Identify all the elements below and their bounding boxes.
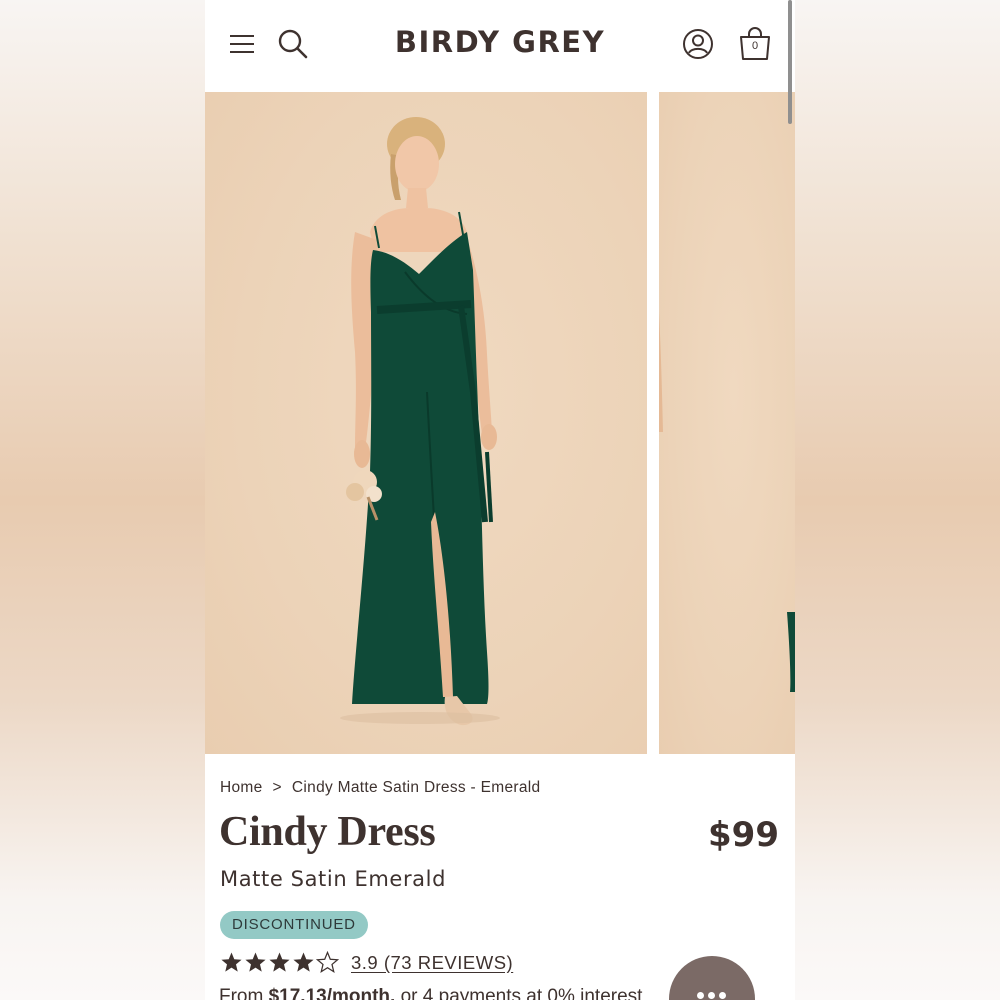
status-badge: DISCONTINUED [220, 911, 368, 939]
rating-stars [220, 951, 339, 974]
mobile-page: BIRDY GREY 0 Home > Cindy Matte Satin Dr… [205, 0, 795, 1000]
product-title: Cindy Dress [219, 809, 436, 855]
installments-amount: $17.13/month, [268, 986, 396, 1000]
star-icon [221, 952, 242, 972]
account-icon [683, 29, 713, 59]
cart-button[interactable]: 0 [735, 24, 775, 64]
breadcrumb-separator: > [272, 779, 282, 796]
breadcrumb-current[interactable]: Cindy Matte Satin Dress - Emerald [292, 779, 541, 797]
site-header: BIRDY GREY 0 [205, 0, 795, 92]
star-icon [269, 952, 290, 972]
installments-suffix: or 4 payments at 0% interest [395, 986, 643, 1000]
model-photo-partial [659, 312, 795, 692]
chat-button[interactable] [669, 956, 755, 1000]
account-button[interactable] [678, 24, 718, 64]
star-icon [293, 952, 314, 972]
breadcrumb-home-link[interactable]: Home [220, 779, 263, 797]
background-blur-right [795, 0, 1000, 1000]
product-price: $99 [708, 815, 779, 855]
reviews-link[interactable]: 3.9 (73 REVIEWS) [351, 952, 513, 974]
star-icon [316, 951, 339, 973]
star-icon [245, 952, 266, 972]
product-subtitle: Matte Satin Emerald [220, 867, 447, 891]
cart-count: 0 [751, 40, 759, 52]
product-rating: 3.9 (73 REVIEWS) [220, 951, 513, 974]
installments-text: From $17.13/month, or 4 payments at 0% i… [219, 986, 642, 1000]
scrollbar[interactable] [788, 0, 792, 124]
background-blur-left [0, 0, 205, 1000]
product-gallery[interactable] [205, 92, 795, 754]
breadcrumb: Home > Cindy Matte Satin Dress - Emerald [220, 779, 540, 797]
installments-prefix: From [219, 986, 269, 1000]
chat-icon [697, 992, 726, 999]
model-photo [340, 117, 500, 726]
product-image-main[interactable] [205, 92, 647, 754]
product-image-next[interactable] [659, 92, 795, 754]
